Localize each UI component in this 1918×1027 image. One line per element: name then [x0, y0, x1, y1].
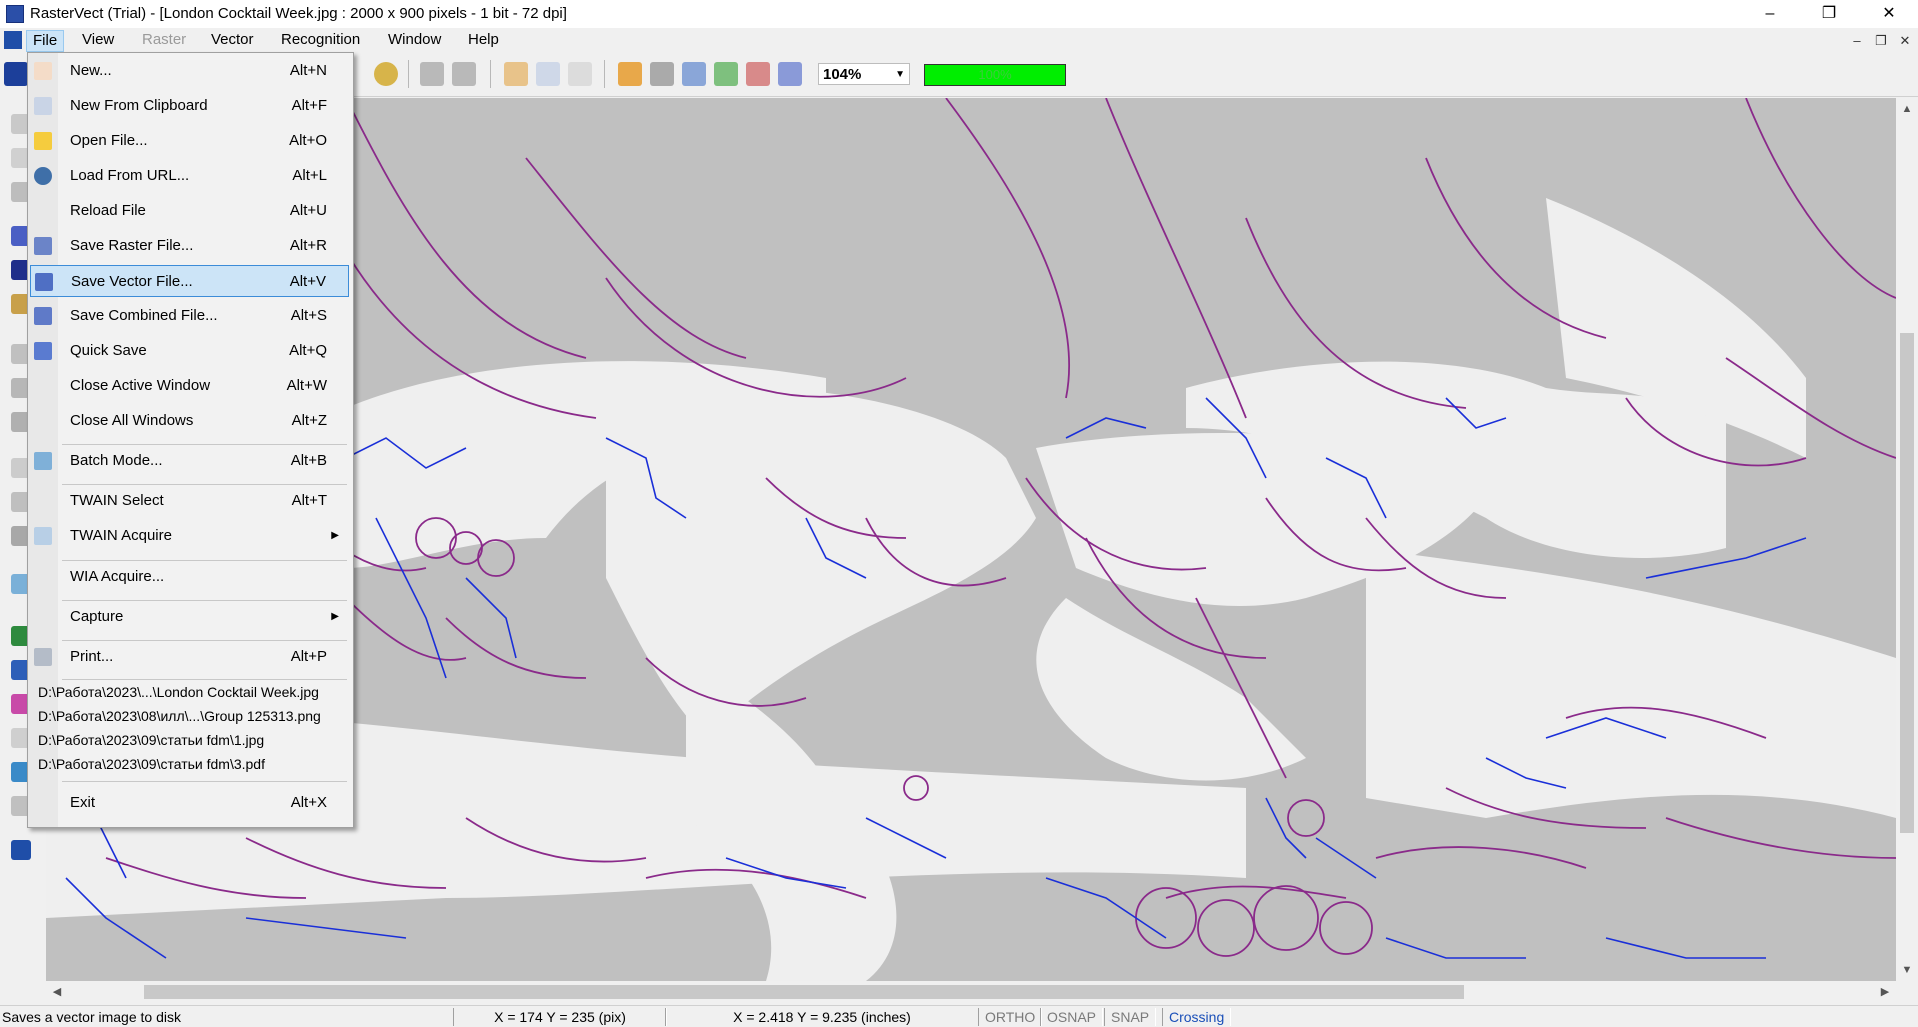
osnap-toggle[interactable]: OSNAP: [1040, 1008, 1104, 1026]
window-title: RasterVect (Trial) - [London Cocktail We…: [30, 5, 567, 22]
menu-item-new[interactable]: New... Alt+N: [30, 55, 349, 87]
zoom-window-icon[interactable]: [778, 62, 802, 86]
save-raster-icon: [34, 237, 52, 255]
document-icon[interactable]: [4, 31, 22, 49]
menu-bar: File View Raster Vector Recognition Wind…: [0, 28, 1918, 52]
menu-item-close-active-window[interactable]: Close Active Window Alt+W: [30, 370, 349, 402]
progress-bar: 100%: [924, 64, 1066, 86]
ortho-toggle[interactable]: ORTHO: [978, 1008, 1043, 1026]
mdi-restore-button[interactable]: ❐: [1872, 32, 1890, 50]
gear-icon[interactable]: [374, 62, 398, 86]
menu-item-capture[interactable]: Capture ▶: [30, 601, 349, 633]
menu-item-twain-acquire[interactable]: TWAIN Acquire ▶: [30, 520, 349, 552]
menu-vector[interactable]: Vector: [205, 30, 260, 50]
app-icon[interactable]: [6, 5, 24, 23]
close-button[interactable]: ✕: [1866, 0, 1912, 28]
recent-file-item[interactable]: D:\Работа\2023\...\London Cocktail Week.…: [30, 680, 349, 704]
quick-save-icon: [34, 342, 52, 360]
menu-item-quick-save[interactable]: Quick Save Alt+Q: [30, 335, 349, 367]
scroll-left-icon[interactable]: ◀: [46, 981, 68, 1003]
zoom-out-icon[interactable]: [746, 62, 770, 86]
file-menu-dropdown: New... Alt+N New From Clipboard Alt+F Op…: [27, 52, 354, 828]
menu-raster[interactable]: Raster: [136, 30, 192, 50]
recent-file-item[interactable]: D:\Работа\2023\08\илл\...\Group 125313.p…: [30, 704, 349, 728]
zoom-fit-icon[interactable]: [714, 62, 738, 86]
recent-file-item[interactable]: D:\Работа\2023\09\статьи fdm\1.jpg: [30, 728, 349, 752]
scroll-up-icon[interactable]: ▲: [1896, 98, 1918, 120]
menu-item-save-vector-file[interactable]: Save Vector File... Alt+V: [30, 265, 349, 297]
menu-file[interactable]: File: [26, 30, 65, 52]
clipboard-icon: [34, 97, 52, 115]
status-message: Saves a vector image to disk: [2, 1009, 181, 1025]
minimize-button[interactable]: –: [1747, 0, 1793, 28]
menu-item-wia-acquire[interactable]: WIA Acquire...: [30, 561, 349, 593]
redo-vector-icon[interactable]: [452, 62, 476, 86]
mdi-minimize-button[interactable]: –: [1848, 32, 1866, 50]
hand-pan-icon[interactable]: [618, 62, 642, 86]
menu-view[interactable]: View: [76, 30, 120, 50]
menu-item-exit[interactable]: Exit Alt+X: [30, 787, 349, 819]
undo-vector-icon[interactable]: [420, 62, 444, 86]
vertical-scrollbar[interactable]: ▲ ▼: [1896, 98, 1918, 981]
menu-window[interactable]: Window: [382, 30, 447, 50]
submenu-arrow-icon: ▶: [331, 530, 339, 541]
scanner-icon: [34, 527, 52, 545]
magic-wand-icon[interactable]: [4, 62, 28, 86]
horizontal-scroll-thumb[interactable]: [144, 985, 1464, 999]
menu-item-load-from-url[interactable]: Load From URL... Alt+L: [30, 160, 349, 192]
folder-icon: [34, 132, 52, 150]
scroll-right-icon[interactable]: ▶: [1874, 981, 1896, 1003]
menu-item-save-combined-file[interactable]: Save Combined File... Alt+S: [30, 300, 349, 332]
save-combined-icon: [34, 307, 52, 325]
pixel-coordinates: X = 174 Y = 235 (pix): [453, 1008, 667, 1026]
mdi-close-button[interactable]: ✕: [1896, 32, 1914, 50]
eraser-line-icon[interactable]: [568, 62, 592, 86]
chevron-down-icon: ▼: [895, 69, 905, 80]
restore-button[interactable]: ❐: [1806, 0, 1852, 28]
zoom-icon[interactable]: [650, 62, 674, 86]
menu-item-close-all-windows[interactable]: Close All Windows Alt+Z: [30, 405, 349, 437]
horizontal-scrollbar[interactable]: ◀ ▶: [46, 981, 1896, 1003]
zoom-in-icon[interactable]: [682, 62, 706, 86]
printer-icon: [34, 648, 52, 666]
snap-point-icon[interactable]: [11, 840, 31, 860]
menu-recognition[interactable]: Recognition: [275, 30, 366, 50]
menu-item-new-from-clipboard[interactable]: New From Clipboard Alt+F: [30, 90, 349, 122]
zoom-select[interactable]: 104% ▼: [818, 63, 910, 85]
batch-icon: [34, 452, 52, 470]
menu-item-open-file[interactable]: Open File... Alt+O: [30, 125, 349, 157]
menu-item-reload-file[interactable]: Reload File Alt+U: [30, 195, 349, 227]
title-bar: RasterVect (Trial) - [London Cocktail We…: [0, 0, 1918, 28]
menu-help[interactable]: Help: [462, 30, 505, 50]
submenu-arrow-icon: ▶: [331, 611, 339, 622]
vertical-scroll-thumb[interactable]: [1900, 333, 1914, 833]
status-bar: Saves a vector image to disk X = 174 Y =…: [0, 1005, 1918, 1027]
new-file-icon: [34, 62, 52, 80]
snap-toggle[interactable]: SNAP: [1104, 1008, 1157, 1026]
save-vector-icon: [35, 273, 53, 291]
crossing-toggle[interactable]: Crossing: [1162, 1008, 1232, 1026]
menu-item-twain-select[interactable]: TWAIN Select Alt+T: [30, 485, 349, 517]
scroll-down-icon[interactable]: ▼: [1896, 959, 1918, 981]
eraser-area-icon[interactable]: [536, 62, 560, 86]
menu-item-print[interactable]: Print... Alt+P: [30, 641, 349, 673]
menu-item-save-raster-file[interactable]: Save Raster File... Alt+R: [30, 230, 349, 262]
menu-item-batch-mode[interactable]: Batch Mode... Alt+B: [30, 445, 349, 477]
inch-coordinates: X = 2.418 Y = 9.235 (inches): [665, 1008, 979, 1026]
globe-icon: [34, 167, 52, 185]
recent-file-item[interactable]: D:\Работа\2023\09\статьи fdm\3.pdf: [30, 752, 349, 776]
eraser-icon[interactable]: [504, 62, 528, 86]
